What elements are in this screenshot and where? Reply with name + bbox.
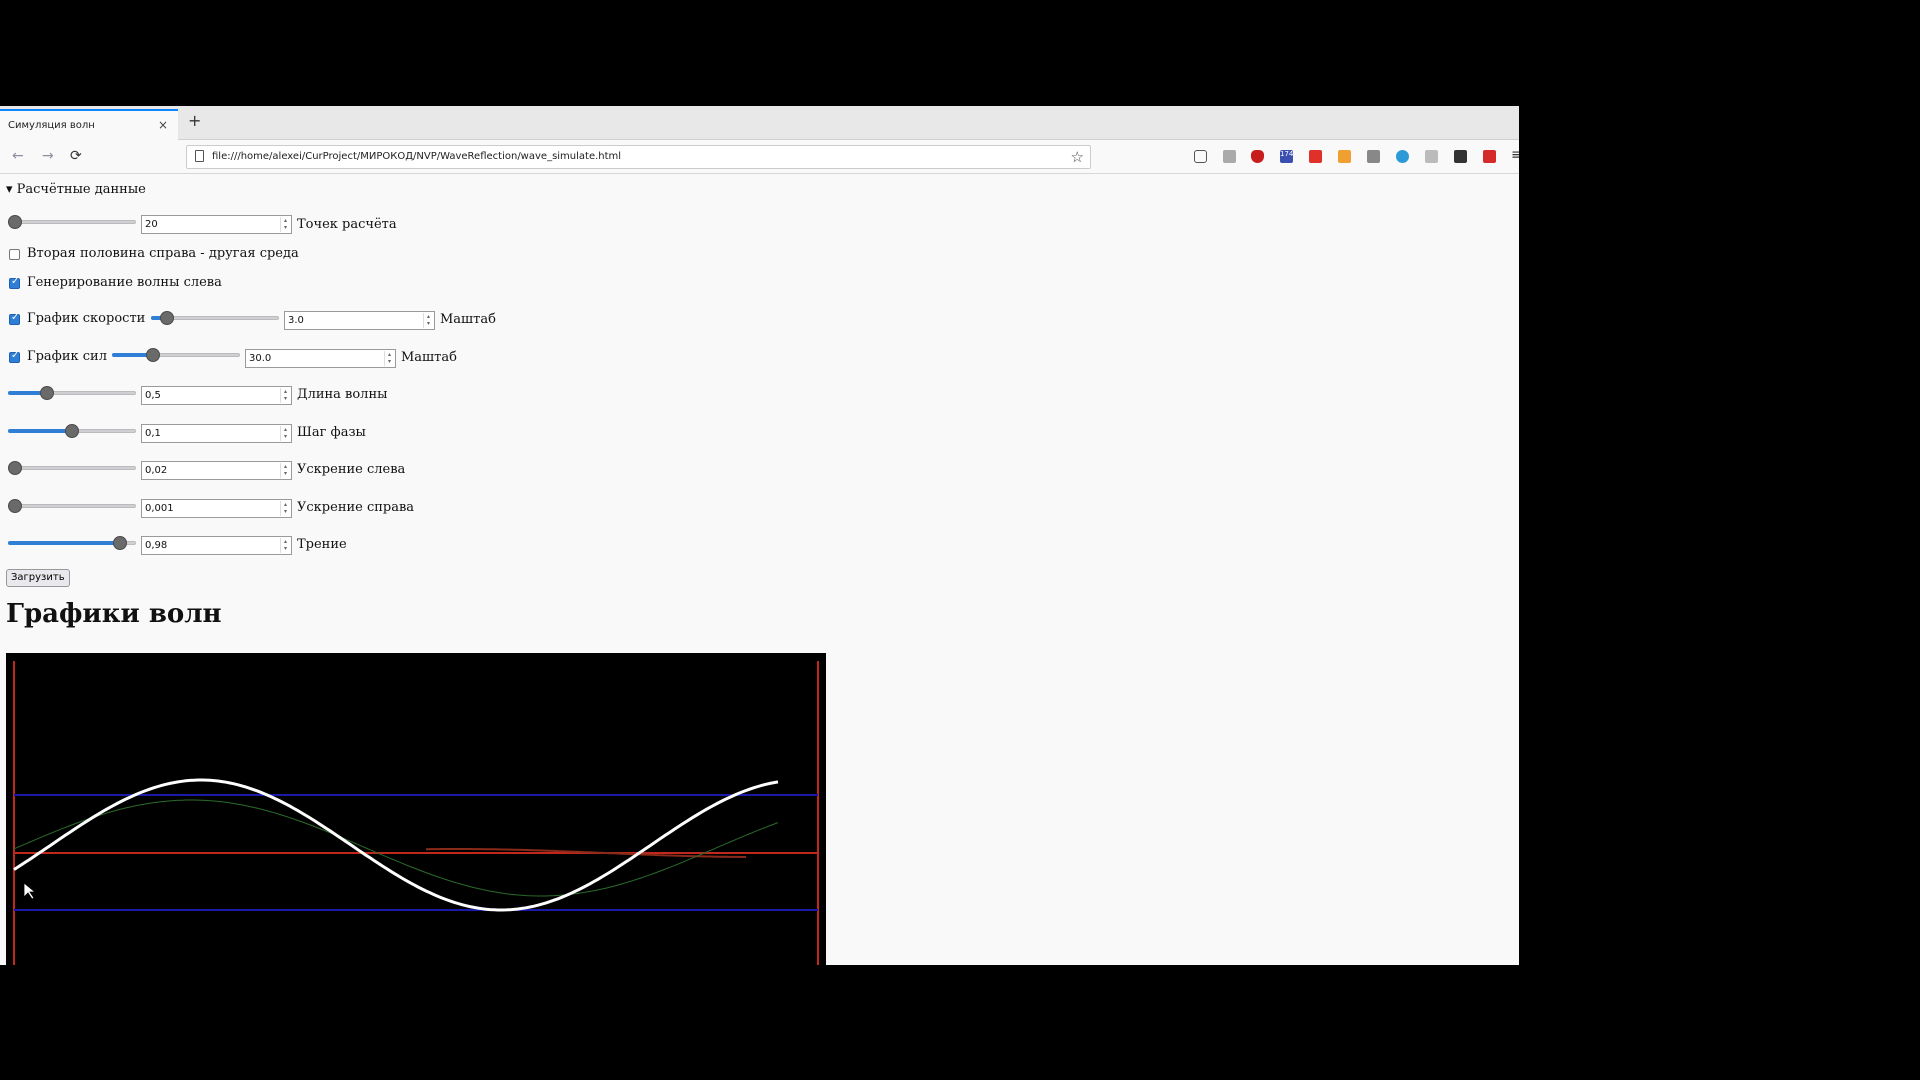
slider-fill: [8, 429, 72, 433]
monitor-icon[interactable]: [1454, 150, 1467, 163]
accel-left-slider[interactable]: [8, 458, 136, 478]
points-label: Точек расчёта: [297, 217, 397, 232]
slider-fill: [8, 541, 120, 545]
spinner-icon[interactable]: ▴ ▾: [280, 463, 290, 478]
slider-thumb[interactable]: [65, 424, 79, 438]
reload-icon[interactable]: ⟳: [70, 148, 82, 164]
tab-bar: Симуляция волн × +: [0, 106, 1519, 140]
accel-right-label: Ускрение справа: [297, 500, 415, 515]
second-half-label: Вторая половина справа - другая среда: [27, 246, 299, 261]
download-icon[interactable]: [1367, 150, 1380, 163]
tab-title: Симуляция волн: [8, 120, 95, 131]
back-icon[interactable]: ←: [12, 148, 24, 164]
library-icon[interactable]: [1223, 150, 1236, 163]
slider-track: [8, 466, 136, 470]
slider-thumb[interactable]: [160, 311, 175, 325]
accel-right-slider[interactable]: [8, 496, 136, 516]
page-heading: Графики волн: [6, 599, 222, 629]
menu-icon[interactable]: ≡: [1511, 147, 1519, 163]
spinner-icon[interactable]: ▴ ▾: [423, 313, 433, 328]
wave-curve: [13, 778, 779, 912]
phase-step-label: Шаг фазы: [297, 425, 366, 440]
details-summary[interactable]: ▾ Расчётные данные: [6, 182, 146, 197]
slider-thumb[interactable]: [39, 386, 54, 400]
wave-canvas[interactable]: [6, 653, 826, 965]
pdf-icon[interactable]: [1483, 150, 1496, 163]
slider-thumb[interactable]: [8, 499, 22, 513]
friction-input[interactable]: 0,98 ▴ ▾: [141, 536, 292, 555]
velocity-scale-label: Маштаб: [440, 312, 496, 327]
spinner-icon[interactable]: ▴ ▾: [280, 388, 290, 403]
generate-wave-label: Генерирование волны слева: [27, 275, 222, 290]
phase-step-slider[interactable]: [8, 421, 136, 441]
points-input[interactable]: 20 ▴ ▾: [141, 215, 292, 234]
ublock-icon[interactable]: [1251, 150, 1264, 163]
accel-left-label: Ускрение слева: [297, 462, 406, 477]
force-checkbox[interactable]: [9, 350, 20, 363]
youtube-icon[interactable]: [1309, 150, 1322, 163]
friction-label: Трение: [297, 537, 347, 552]
slider-thumb[interactable]: [112, 536, 127, 550]
forward-icon[interactable]: →: [42, 148, 54, 164]
tab-active[interactable]: Симуляция волн ×: [0, 109, 178, 140]
generate-wave-checkbox[interactable]: [9, 276, 20, 289]
friction-slider[interactable]: [8, 533, 136, 553]
bookmark-star-icon[interactable]: ☆: [1071, 148, 1084, 166]
velocity-curve: [13, 799, 779, 897]
force-scale-input[interactable]: 30.0 ▴ ▾: [245, 349, 396, 368]
pocket-icon[interactable]: [1194, 150, 1207, 163]
points-slider[interactable]: [8, 212, 136, 232]
second-half-checkbox[interactable]: [9, 249, 20, 260]
velocity-label: График скорости: [27, 311, 146, 326]
spinner-icon[interactable]: ▴ ▾: [280, 538, 290, 553]
mouse-cursor-icon: [23, 882, 37, 900]
extension-orange-icon[interactable]: [1338, 150, 1351, 163]
new-tab-button[interactable]: +: [188, 111, 201, 130]
force-scale-slider[interactable]: [112, 345, 240, 365]
slider-thumb[interactable]: [146, 348, 161, 362]
navigation-bar: ← → ⟳ file:///home/alexei/CurProject/МИР…: [0, 140, 1519, 174]
slider-thumb[interactable]: [8, 461, 22, 475]
spinner-icon[interactable]: ▴ ▾: [280, 501, 290, 516]
close-icon[interactable]: ×: [158, 118, 168, 132]
page-icon: [195, 150, 204, 162]
force-label: График сил: [27, 349, 107, 364]
browser-window: Симуляция волн × + ← → ⟳ file:///home/al…: [0, 106, 1519, 965]
extension-badge-icon[interactable]: 174: [1280, 150, 1293, 163]
cloud-icon[interactable]: [1396, 150, 1409, 163]
load-button[interactable]: Загрузить: [6, 569, 70, 587]
phase-step-input[interactable]: 0,1 ▴ ▾: [141, 424, 292, 443]
screenshot-icon[interactable]: [1425, 150, 1438, 163]
spinner-icon[interactable]: ▴ ▾: [384, 351, 394, 366]
velocity-scale-slider[interactable]: [151, 308, 279, 328]
wave-plot: [13, 661, 819, 965]
wavelength-label: Длина волны: [297, 387, 388, 402]
wavelength-slider[interactable]: [8, 383, 136, 403]
url-bar[interactable]: file:///home/alexei/CurProject/МИРОКОД/N…: [186, 145, 1091, 169]
accel-left-input[interactable]: 0,02 ▴ ▾: [141, 461, 292, 480]
velocity-scale-input[interactable]: 3.0 ▴ ▾: [284, 311, 435, 330]
spinner-icon[interactable]: ▴ ▾: [280, 217, 290, 232]
url-text[interactable]: file:///home/alexei/CurProject/МИРОКОД/N…: [212, 151, 621, 162]
accel-right-input[interactable]: 0,001 ▴ ▾: [141, 499, 292, 518]
slider-track: [8, 220, 136, 224]
slider-track: [8, 504, 136, 508]
slider-thumb[interactable]: [8, 215, 22, 229]
spinner-icon[interactable]: ▴ ▾: [280, 426, 290, 441]
force-scale-label: Маштаб: [401, 350, 457, 365]
velocity-checkbox[interactable]: [9, 312, 20, 325]
wavelength-input[interactable]: 0,5 ▴ ▾: [141, 386, 292, 405]
page-content: ▾ Расчётные данные 20 ▴ ▾ Точек расчёта Вт…: [0, 174, 1519, 965]
